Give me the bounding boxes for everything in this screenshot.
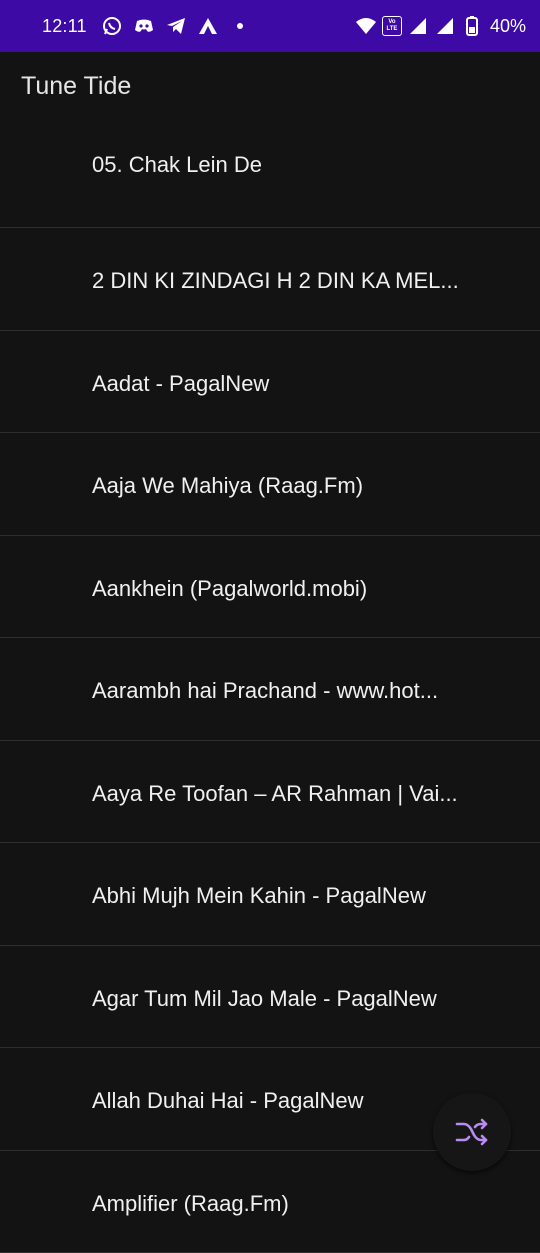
app-notification-icon	[197, 15, 219, 37]
song-title: Amplifier (Raag.Fm)	[92, 1191, 492, 1217]
discord-icon	[133, 15, 155, 37]
song-list-item[interactable]: Aaya Re Toofan – AR Rahman | Vai...	[0, 741, 540, 844]
wifi-icon	[355, 15, 377, 37]
status-bar: 12:11 Vo LTE 40	[0, 0, 540, 52]
battery-percent: 40%	[490, 16, 526, 37]
song-title: Aadat - PagalNew	[92, 371, 492, 397]
song-title: Aaya Re Toofan – AR Rahman | Vai...	[92, 781, 492, 807]
volte-icon: Vo LTE	[382, 16, 402, 36]
whatsapp-icon	[101, 15, 123, 37]
song-title: Allah Duhai Hai - PagalNew	[92, 1088, 492, 1114]
signal-strength-2-icon	[434, 15, 456, 37]
song-title: Aankhein (Pagalworld.mobi)	[92, 576, 492, 602]
shuffle-icon	[455, 1117, 489, 1147]
song-list[interactable]: 05. Chak Lein De 2 DIN KI ZINDAGI H 2 DI…	[0, 112, 540, 1253]
status-left: 12:11	[42, 15, 251, 37]
song-title: 2 DIN KI ZINDAGI H 2 DIN KA MEL...	[92, 268, 492, 294]
song-title: Aaja We Mahiya (Raag.Fm)	[92, 473, 492, 499]
volte-label-bottom: LTE	[387, 26, 398, 33]
song-list-item[interactable]: Agar Tum Mil Jao Male - PagalNew	[0, 946, 540, 1049]
battery-icon	[461, 15, 483, 37]
more-notifications-dot-icon	[229, 15, 251, 37]
song-list-item[interactable]: 05. Chak Lein De	[0, 112, 540, 228]
app-title: Tune Tide	[21, 72, 131, 101]
song-list-item[interactable]: Aaja We Mahiya (Raag.Fm)	[0, 433, 540, 536]
status-time: 12:11	[42, 16, 87, 37]
song-list-item[interactable]: Aankhein (Pagalworld.mobi)	[0, 536, 540, 639]
song-title: Abhi Mujh Mein Kahin - PagalNew	[92, 883, 492, 909]
song-title: 05. Chak Lein De	[92, 152, 492, 178]
volte-label-top: Vo	[388, 19, 395, 26]
signal-strength-icon	[407, 15, 429, 37]
song-title: Agar Tum Mil Jao Male - PagalNew	[92, 986, 492, 1012]
song-list-item[interactable]: Aadat - PagalNew	[0, 331, 540, 434]
shuffle-button[interactable]	[433, 1093, 511, 1171]
status-right: Vo LTE 40%	[355, 0, 526, 52]
song-list-item[interactable]: Abhi Mujh Mein Kahin - PagalNew	[0, 843, 540, 946]
song-title: Aarambh hai Prachand - www.hot...	[92, 678, 492, 704]
telegram-icon	[165, 15, 187, 37]
song-list-item[interactable]: 2 DIN KI ZINDAGI H 2 DIN KA MEL...	[0, 228, 540, 331]
song-list-item[interactable]: Aarambh hai Prachand - www.hot...	[0, 638, 540, 741]
